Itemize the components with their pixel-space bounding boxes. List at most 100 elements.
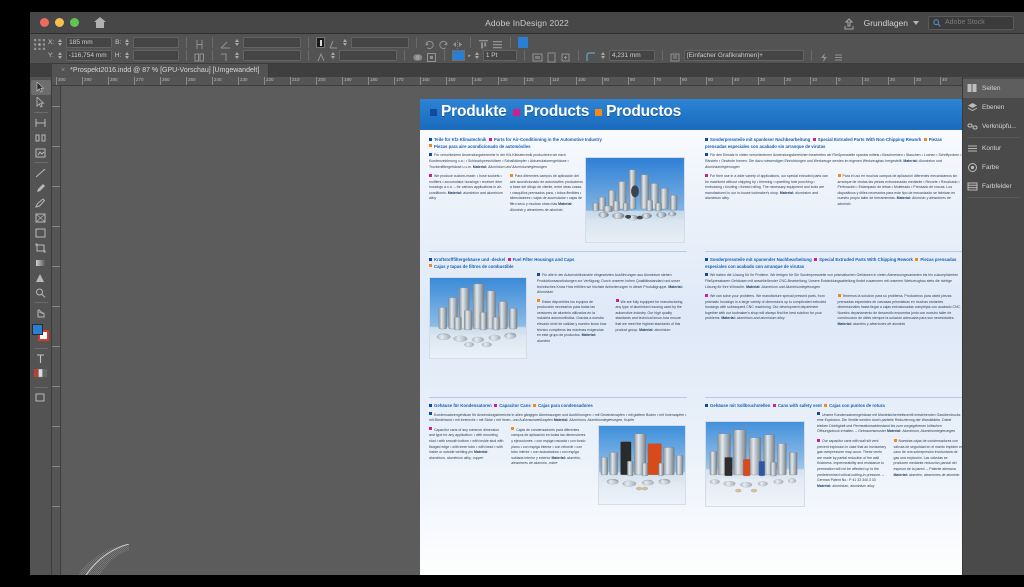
panel-item-verknuepfungen[interactable]: Verknüpfu... [963,117,1024,136]
scale-x-stepper[interactable] [234,50,240,61]
divider [186,37,188,48]
ruler-tick: 80 [628,77,635,85]
page-tool[interactable] [31,115,51,130]
constrain-proportions-icon[interactable] [194,37,205,49]
line-tool[interactable] [31,165,51,180]
section-divider [429,397,687,398]
flip-horizontal-icon[interactable] [452,37,463,49]
rotate-cw-icon[interactable] [438,37,449,49]
corner-radius-stepper[interactable] [600,50,606,61]
gap-tool[interactable] [31,130,51,145]
bullet-orange-icon [824,403,828,407]
rotation-stepper[interactable] [234,37,240,48]
material-value-de: Aluminium und Aluminiumlegierungen [488,164,547,169]
ruler-tick [52,266,60,267]
section-image-capacitor-cans[interactable] [598,425,686,505]
columns-icon[interactable] [194,50,205,62]
section-image-metal-parts[interactable] [585,157,685,243]
y-position-input[interactable]: -116,754 mm [65,50,112,61]
section-image-safety-vent-cans[interactable] [705,421,805,507]
document-tab[interactable]: × *Prospekt2016.indd @ 87 % [GPU-Vorscha… [52,64,270,77]
corner-radius-input[interactable]: 4,231 mm [608,50,655,61]
width-input[interactable] [133,37,180,48]
apply-color-icon[interactable] [31,366,51,381]
ruler-tick [52,106,60,107]
pencil-tool[interactable] [31,195,51,210]
panel-item-farbfelder[interactable]: Farbfelder [963,177,1024,196]
shear-stepper[interactable] [342,37,348,48]
content-collector-tool[interactable] [31,145,51,160]
width-stepper[interactable] [124,37,130,48]
material-value-de: Aluminium, Aluminiumlegierungen, Kupfer [569,418,635,423]
horizontal-ruler[interactable]: 300 290 280 270 260 250 240 230 220 210 … [52,77,1024,86]
height-input[interactable] [133,50,180,61]
free-transform-tool[interactable] [31,240,51,255]
y-label: Y: [48,52,54,59]
pen-tool[interactable] [31,180,51,195]
shear-input[interactable] [351,37,410,48]
section-columns: For their use in a wide variety of appli… [705,173,962,208]
section-text-en: Our capacitor cans with wall slit vent p… [817,438,887,488]
scale-y-stepper[interactable] [330,50,336,61]
stroke-weight-input[interactable]: 1 Pt [482,50,517,61]
type-tool[interactable] [31,351,51,366]
align-top-icon[interactable] [478,37,489,49]
control-panel-menu-icon[interactable] [833,50,844,61]
bullet-magenta-icon [814,257,818,261]
x-stepper[interactable] [57,37,63,48]
quick-apply-icon[interactable] [819,50,830,62]
direct-selection-tool[interactable] [31,95,51,110]
effects-icon[interactable] [412,50,423,61]
vertical-ruler[interactable] [52,86,61,575]
scale-x-input[interactable] [243,50,302,61]
rotation-input[interactable] [243,37,302,48]
document-canvas[interactable]: Produkte Products Productos Teile für Kf… [61,86,962,575]
bullet-blue-icon [705,152,708,156]
share-icon[interactable] [843,17,855,29]
fit-content-proportionally-icon[interactable] [532,50,543,62]
rotate-ccw-icon[interactable] [424,37,435,49]
object-color-chip[interactable] [518,37,529,48]
ruler-tick: 290 [82,77,92,85]
screen-mode-tool[interactable] [31,390,51,405]
hand-tool[interactable] [31,305,51,320]
rectangle-tool[interactable] [31,225,51,240]
section-image-fuel-filters[interactable] [429,277,527,359]
height-stepper[interactable] [124,50,130,61]
color-theme-tool[interactable] [31,270,51,285]
rectangle-frame-tool[interactable] [31,210,51,225]
reference-point-icon[interactable] [34,37,45,50]
text-wrap-toggle[interactable] [316,37,326,48]
stroke-weight-stepper[interactable] [474,50,480,61]
material-value-en: aluminium and aluminium alloy [736,316,785,321]
panel-item-seiten[interactable]: Seiten [963,79,1024,98]
object-options-icon[interactable] [426,50,437,62]
object-style-dropdown[interactable]: [Einfacher Grafikrahmen]+ [683,50,804,61]
scale-y-input[interactable] [339,50,398,61]
fill-color-swatch[interactable] [452,50,466,61]
x-position-input[interactable]: 185 mm [66,37,113,48]
gradient-swatch-tool[interactable] [31,255,51,270]
auto-fit-icon[interactable] [560,50,571,62]
fill-stroke-swatches[interactable] [31,324,50,342]
tool-divider [33,162,48,163]
panel-item-farbe[interactable]: Farbe [963,158,1024,177]
section-text-de: Kondensatorengehäuse für Anwendungsberei… [429,412,687,423]
document-page-right[interactable]: Sonderpressteile mit spanloser Nachbearb… [696,99,962,575]
distribute-icon[interactable] [492,37,503,49]
y-stepper[interactable] [57,50,63,61]
section-title-en: Cans with safety vent [772,403,822,408]
zoom-tool[interactable] [31,285,51,300]
ruler-tick: 100 [576,77,586,85]
panel-item-ebenen[interactable]: Ebenen [963,98,1024,117]
divider [186,50,188,61]
fill-swatch[interactable] [31,324,43,335]
selection-tool[interactable] [30,80,51,95]
document-page-left[interactable]: Produkte Products Productos Teile für Kf… [420,99,696,575]
fit-frame-to-content-icon[interactable] [546,50,557,63]
divider [661,50,663,61]
close-tab-icon[interactable]: × [61,67,65,74]
fill-swatch-caret[interactable]: ▸ [468,53,471,59]
corner-options-icon[interactable] [586,50,597,61]
panel-item-kontur[interactable]: Kontur [963,139,1024,158]
